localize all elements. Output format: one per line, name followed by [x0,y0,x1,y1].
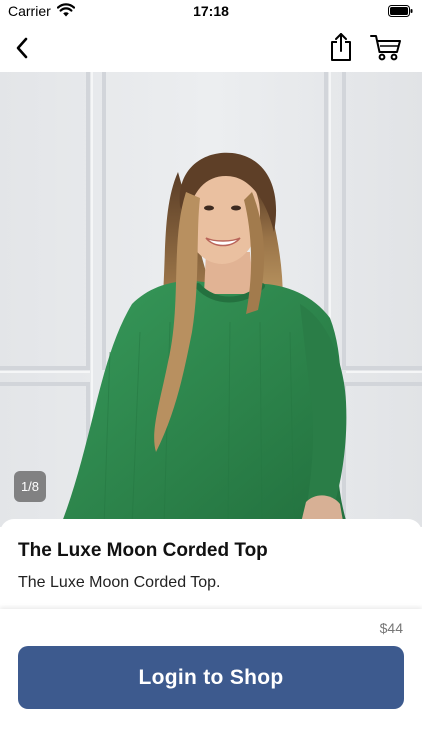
battery-icon [388,5,413,17]
image-counter: 1/8 [14,471,46,502]
product-title: The Luxe Moon Corded Top [18,540,268,561]
cart-button[interactable] [366,29,406,65]
product-description: The Luxe Moon Corded Top. [18,574,221,591]
nav-bar [0,24,422,72]
status-bar: Carrier 17:18 [0,0,422,24]
chevron-left-icon [16,37,28,59]
login-to-shop-button[interactable]: Login to Shop [18,646,404,709]
product-photo [0,72,422,527]
back-button[interactable] [4,30,40,66]
cart-icon [370,35,401,61]
product-price: $44 [379,620,403,636]
product-info-card: The Luxe Moon Corded Top The Luxe Moon C… [0,519,422,609]
product-detail-screen: Carrier 17:18 1/8 The Luxe Moon Corded T… [0,0,422,750]
purchase-footer: $44 Login to Shop [0,609,422,750]
share-icon [331,33,351,61]
status-time: 17:18 [193,3,229,19]
product-image[interactable] [0,72,422,527]
share-button[interactable] [324,29,358,65]
